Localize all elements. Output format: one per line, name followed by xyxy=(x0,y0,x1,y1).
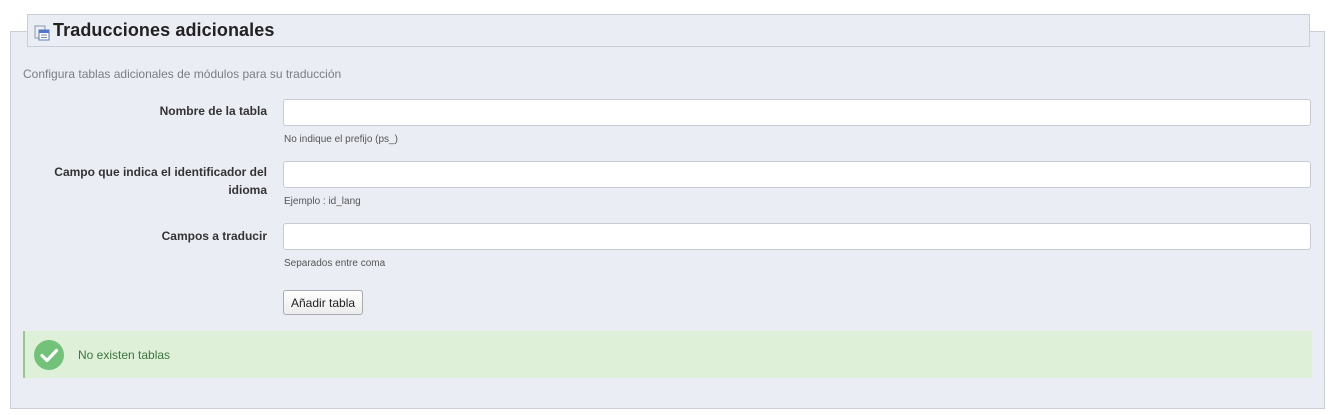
fields-hint: Separados entre coma xyxy=(284,258,386,269)
section-description: Configura tablas adicionales de módulos … xyxy=(23,67,342,81)
check-circle-icon xyxy=(34,339,64,370)
add-table-button[interactable]: Añadir tabla xyxy=(283,290,364,315)
fields-input[interactable] xyxy=(283,223,1311,250)
table-name-label: Nombre de la tabla xyxy=(159,104,267,118)
alert-message: No existen tablas xyxy=(78,347,171,362)
lang-field-hint: Ejemplo : id_lang xyxy=(284,196,361,207)
panel-legend: Traducciones adicionales xyxy=(27,14,1310,47)
lang-field-label-line1: Campo que indica el identificador del xyxy=(54,165,267,179)
success-alert: No existen tablas xyxy=(23,331,1312,378)
lang-field-input[interactable] xyxy=(283,161,1311,188)
table-name-hint: No indique el prefijo (ps_) xyxy=(284,134,398,145)
section-title: Traducciones adicionales xyxy=(53,20,275,40)
lang-field-label: Campo que indica el identificador del id… xyxy=(54,163,267,199)
table-name-input[interactable] xyxy=(283,99,1311,126)
fields-label: Campos a traducir xyxy=(161,229,267,243)
translate-table-icon xyxy=(34,25,50,40)
lang-field-label-line2: idioma xyxy=(228,183,267,197)
